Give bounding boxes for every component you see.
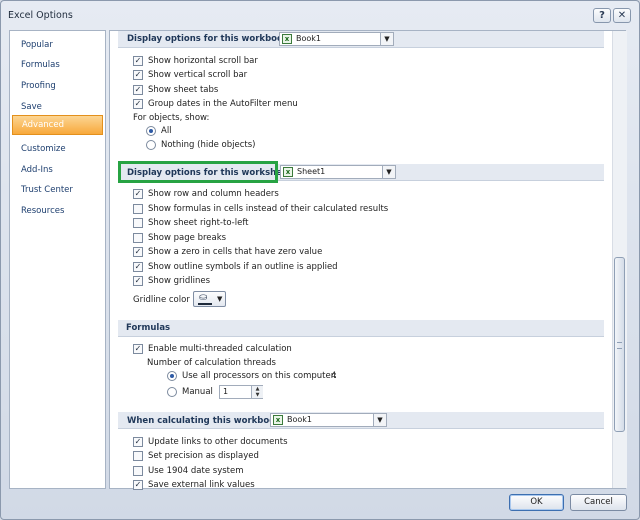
checkbox-checked[interactable]: ✓ [133,344,143,354]
highlight-box [118,161,278,183]
checkbox-checked[interactable]: ✓ [133,480,143,490]
manual-threads-spinner[interactable]: 1 ▲ ▼ [219,385,263,399]
sidebar-item-customize[interactable]: Customize [12,139,103,159]
dialog-title: Excel Options [8,10,73,21]
help-button[interactable]: ? [593,8,611,23]
sidebar-item-proofing[interactable]: Proofing [12,76,103,96]
calc-workbook-select[interactable]: x Book1 ▼ [270,413,387,427]
excel-sheet-icon: x [283,167,293,177]
section-workbook-display-title: Display options for this workbook: [127,34,292,44]
sidebar-item-advanced[interactable]: Advanced [12,115,103,135]
chevron-down-icon[interactable]: ▼ [380,33,393,45]
spin-down-icon[interactable]: ▼ [251,392,263,398]
checkbox-checked[interactable]: ✓ [133,56,143,66]
section-formulas-title: Formulas [126,323,171,333]
sidebar-item-add-ins[interactable]: Add-Ins [12,160,103,180]
color-swatch [198,303,212,305]
calc-threads-label: Number of calculation threads [147,358,276,368]
sidebar-item-trust-center[interactable]: Trust Center [12,180,103,200]
scrollbar-grip [617,342,622,349]
radio-button[interactable] [167,387,177,397]
checkbox-checked[interactable]: ✓ [133,189,143,199]
chevron-down-icon[interactable]: ▼ [217,295,222,303]
scrollbar-thumb[interactable] [614,257,625,432]
excel-workbook-icon: x [282,34,292,44]
title-bar: Excel Options ? ✕ [1,1,639,29]
checkbox-checked[interactable]: ✓ [133,437,143,447]
chevron-down-icon[interactable]: ▼ [373,414,386,426]
workbook-select-value: Book1 [296,34,321,43]
checkbox[interactable] [133,204,143,214]
checkbox-checked[interactable]: ✓ [133,276,143,286]
radio-button-selected[interactable] [146,126,156,136]
chevron-down-icon[interactable]: ▼ [382,166,395,178]
checkbox[interactable] [133,451,143,461]
gridline-color-label: Gridline color [133,295,190,305]
sidebar-item-popular[interactable]: Popular [12,35,103,55]
section-formulas: Formulas [118,320,604,337]
paint-bucket-icon: ⛀ [199,292,208,303]
checkbox-checked[interactable]: ✓ [133,99,143,109]
sidebar-item-resources[interactable]: Resources [12,201,103,221]
gridline-color-picker[interactable]: ⛀ ▼ [193,291,226,307]
manual-threads-value: 1 [223,387,229,396]
sidebar-item-formulas[interactable]: Formulas [12,55,103,75]
sidebar-item-save[interactable]: Save [12,97,103,117]
close-button[interactable]: ✕ [613,8,631,23]
calc-workbook-select-value: Book1 [287,415,312,424]
checkbox[interactable] [133,466,143,476]
checkbox-checked[interactable]: ✓ [133,262,143,272]
content-scrollbar[interactable] [612,31,627,488]
checkbox[interactable] [133,233,143,243]
workbook-select[interactable]: x Book1 ▼ [279,32,394,46]
cancel-button[interactable]: Cancel [570,494,627,511]
sheet-select[interactable]: x Sheet1 ▼ [280,165,396,179]
section-calc-workbook-title: When calculating this workbook: [127,416,285,426]
sheet-select-value: Sheet1 [297,167,326,176]
checkbox-checked[interactable]: ✓ [133,85,143,95]
checkbox-checked[interactable]: ✓ [133,70,143,80]
category-sidebar: Popular Formulas Proofing Save Advanced … [9,30,106,489]
radio-button-selected[interactable] [167,371,177,381]
objects-show-label: For objects, show: [133,113,210,123]
ok-button[interactable]: OK [509,494,564,511]
radio-button[interactable] [146,140,156,150]
checkbox[interactable] [133,218,143,228]
checkbox-checked[interactable]: ✓ [133,247,143,257]
excel-workbook-icon: x [273,415,283,425]
processor-count: 4 [331,371,337,381]
